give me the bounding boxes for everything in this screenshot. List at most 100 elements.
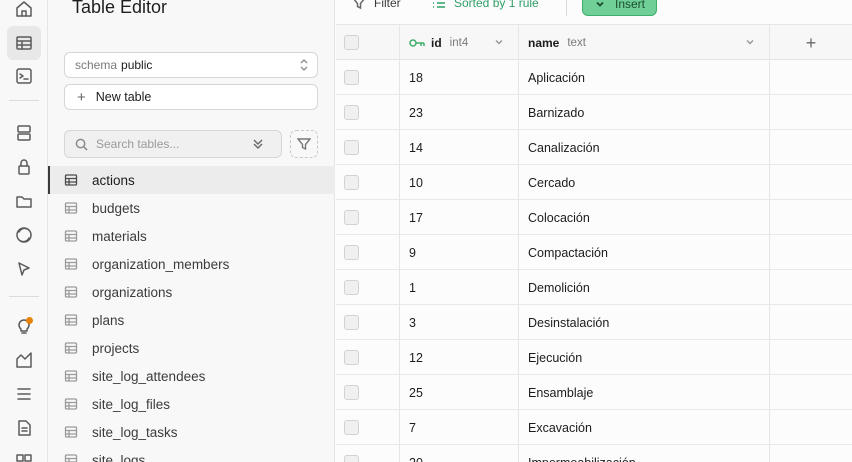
column-type: text bbox=[567, 36, 586, 49]
cell-id[interactable]: 12 bbox=[400, 340, 519, 375]
cell-name[interactable]: Colocación bbox=[519, 200, 770, 235]
row-checkbox[interactable] bbox=[344, 350, 359, 365]
cell-id[interactable]: 23 bbox=[400, 95, 519, 130]
integrations-icon[interactable] bbox=[7, 445, 41, 462]
row-checkbox[interactable] bbox=[344, 140, 359, 155]
table-list-item[interactable]: site_log_files bbox=[48, 390, 335, 418]
cell-name[interactable]: Ensamblaje bbox=[519, 375, 770, 410]
table-list-item[interactable]: organizations bbox=[48, 278, 335, 306]
grid-header: id int4 name text + bbox=[336, 24, 852, 60]
table-list-item[interactable]: actions bbox=[48, 166, 335, 194]
database-icon[interactable] bbox=[7, 116, 41, 150]
auth-icon[interactable] bbox=[7, 150, 41, 184]
table-row[interactable]: 7 Excavación bbox=[336, 410, 852, 445]
row-checkbox[interactable] bbox=[344, 210, 359, 225]
table-name: budgets bbox=[92, 200, 141, 216]
cell-name[interactable]: Barnizado bbox=[519, 95, 770, 130]
cell-id[interactable]: 14 bbox=[400, 130, 519, 165]
new-table-button[interactable]: + New table bbox=[64, 84, 318, 110]
table-icon bbox=[64, 342, 78, 354]
row-select-cell bbox=[336, 235, 400, 270]
table-row[interactable]: 12 Ejecución bbox=[336, 340, 852, 375]
cell-name[interactable]: Cercado bbox=[519, 165, 770, 200]
cell-id[interactable]: 3 bbox=[400, 305, 519, 340]
table-row[interactable]: 14 Canalización bbox=[336, 130, 852, 165]
cell-id[interactable]: 20 bbox=[400, 445, 519, 462]
column-header-name[interactable]: name text bbox=[519, 25, 770, 60]
table-list-item[interactable]: materials bbox=[48, 222, 335, 250]
row-checkbox[interactable] bbox=[344, 245, 359, 260]
row-checkbox[interactable] bbox=[344, 455, 359, 462]
table-row[interactable]: 23 Barnizado bbox=[336, 95, 852, 130]
cell-name[interactable]: Canalización bbox=[519, 130, 770, 165]
sql-editor-icon[interactable] bbox=[7, 59, 41, 93]
cell-id[interactable]: 25 bbox=[400, 375, 519, 410]
cell-name[interactable]: Compactación bbox=[519, 235, 770, 270]
page-title: Table Editor bbox=[72, 0, 168, 17]
table-editor-icon[interactable] bbox=[7, 26, 41, 60]
row-checkbox[interactable] bbox=[344, 70, 359, 85]
select-all-checkbox[interactable] bbox=[344, 35, 359, 50]
cell-name[interactable]: Desinstalación bbox=[519, 305, 770, 340]
cell-name[interactable]: Ejecución bbox=[519, 340, 770, 375]
cell-id[interactable]: 9 bbox=[400, 235, 519, 270]
cell-id[interactable]: 1 bbox=[400, 270, 519, 305]
realtime-icon[interactable] bbox=[7, 218, 41, 252]
table-row[interactable]: 17 Colocación bbox=[336, 200, 852, 235]
table-list-item[interactable]: site_log_attendees bbox=[48, 362, 335, 390]
insert-button[interactable]: Insert bbox=[582, 0, 657, 16]
row-checkbox[interactable] bbox=[344, 420, 359, 435]
cell-empty bbox=[770, 445, 852, 462]
table-name: actions bbox=[92, 172, 135, 188]
cell-name[interactable]: Impermeabilización bbox=[519, 445, 770, 462]
filter-tables-button[interactable] bbox=[290, 130, 318, 158]
reports-icon[interactable] bbox=[7, 343, 41, 377]
cell-name[interactable]: Excavación bbox=[519, 410, 770, 445]
sort-button[interactable]: Sorted by 1 rule bbox=[432, 0, 539, 10]
cell-id[interactable]: 7 bbox=[400, 410, 519, 445]
api-docs-icon[interactable] bbox=[7, 411, 41, 445]
table-row[interactable]: 25 Ensamblaje bbox=[336, 375, 852, 410]
table-icon bbox=[64, 286, 78, 298]
logs-icon[interactable] bbox=[7, 377, 41, 411]
row-select-cell bbox=[336, 60, 400, 95]
chevron-double-icon[interactable] bbox=[251, 137, 265, 151]
row-checkbox[interactable] bbox=[344, 175, 359, 190]
advisors-icon[interactable] bbox=[7, 309, 41, 343]
cell-id[interactable]: 10 bbox=[400, 165, 519, 200]
row-checkbox[interactable] bbox=[344, 280, 359, 295]
row-checkbox[interactable] bbox=[344, 385, 359, 400]
cell-id[interactable]: 18 bbox=[400, 60, 519, 95]
chevron-down-icon bbox=[596, 1, 604, 7]
chevron-down-icon[interactable] bbox=[745, 37, 755, 47]
table-list-item[interactable]: projects bbox=[48, 334, 335, 362]
table-icon bbox=[64, 426, 78, 438]
table-row[interactable]: 18 Aplicación bbox=[336, 60, 852, 95]
chevron-down-icon[interactable] bbox=[494, 37, 504, 47]
table-list-item[interactable]: plans bbox=[48, 306, 335, 334]
schema-selector[interactable]: schema public bbox=[64, 52, 318, 78]
table-list-item[interactable]: budgets bbox=[48, 194, 335, 222]
row-checkbox[interactable] bbox=[344, 315, 359, 330]
search-tables-input[interactable]: Search tables... bbox=[64, 130, 282, 158]
table-list-item[interactable]: site_log_tasks bbox=[48, 418, 335, 446]
table-row[interactable]: 20Impermeabilización bbox=[336, 445, 852, 462]
add-column-button[interactable]: + bbox=[770, 25, 852, 60]
cell-id[interactable]: 17 bbox=[400, 200, 519, 235]
cell-name[interactable]: Aplicación bbox=[519, 60, 770, 95]
table-row[interactable]: 10 Cercado bbox=[336, 165, 852, 200]
table-row[interactable]: 9 Compactación bbox=[336, 235, 852, 270]
home-icon[interactable] bbox=[7, 0, 41, 26]
storage-icon[interactable] bbox=[7, 184, 41, 218]
filter-button[interactable]: Filter bbox=[352, 0, 401, 10]
table-list-item[interactable]: organization_members bbox=[48, 250, 335, 278]
cell-empty bbox=[770, 270, 852, 305]
table-row[interactable]: 3 Desinstalación bbox=[336, 305, 852, 340]
cell-name[interactable]: Demolición bbox=[519, 270, 770, 305]
column-header-id[interactable]: id int4 bbox=[400, 25, 519, 60]
table-name: site_logs bbox=[92, 452, 146, 462]
edge-functions-icon[interactable] bbox=[7, 252, 41, 286]
row-checkbox[interactable] bbox=[344, 105, 359, 120]
table-list-item[interactable]: site_logs bbox=[48, 446, 335, 462]
table-row[interactable]: 1 Demolición bbox=[336, 270, 852, 305]
